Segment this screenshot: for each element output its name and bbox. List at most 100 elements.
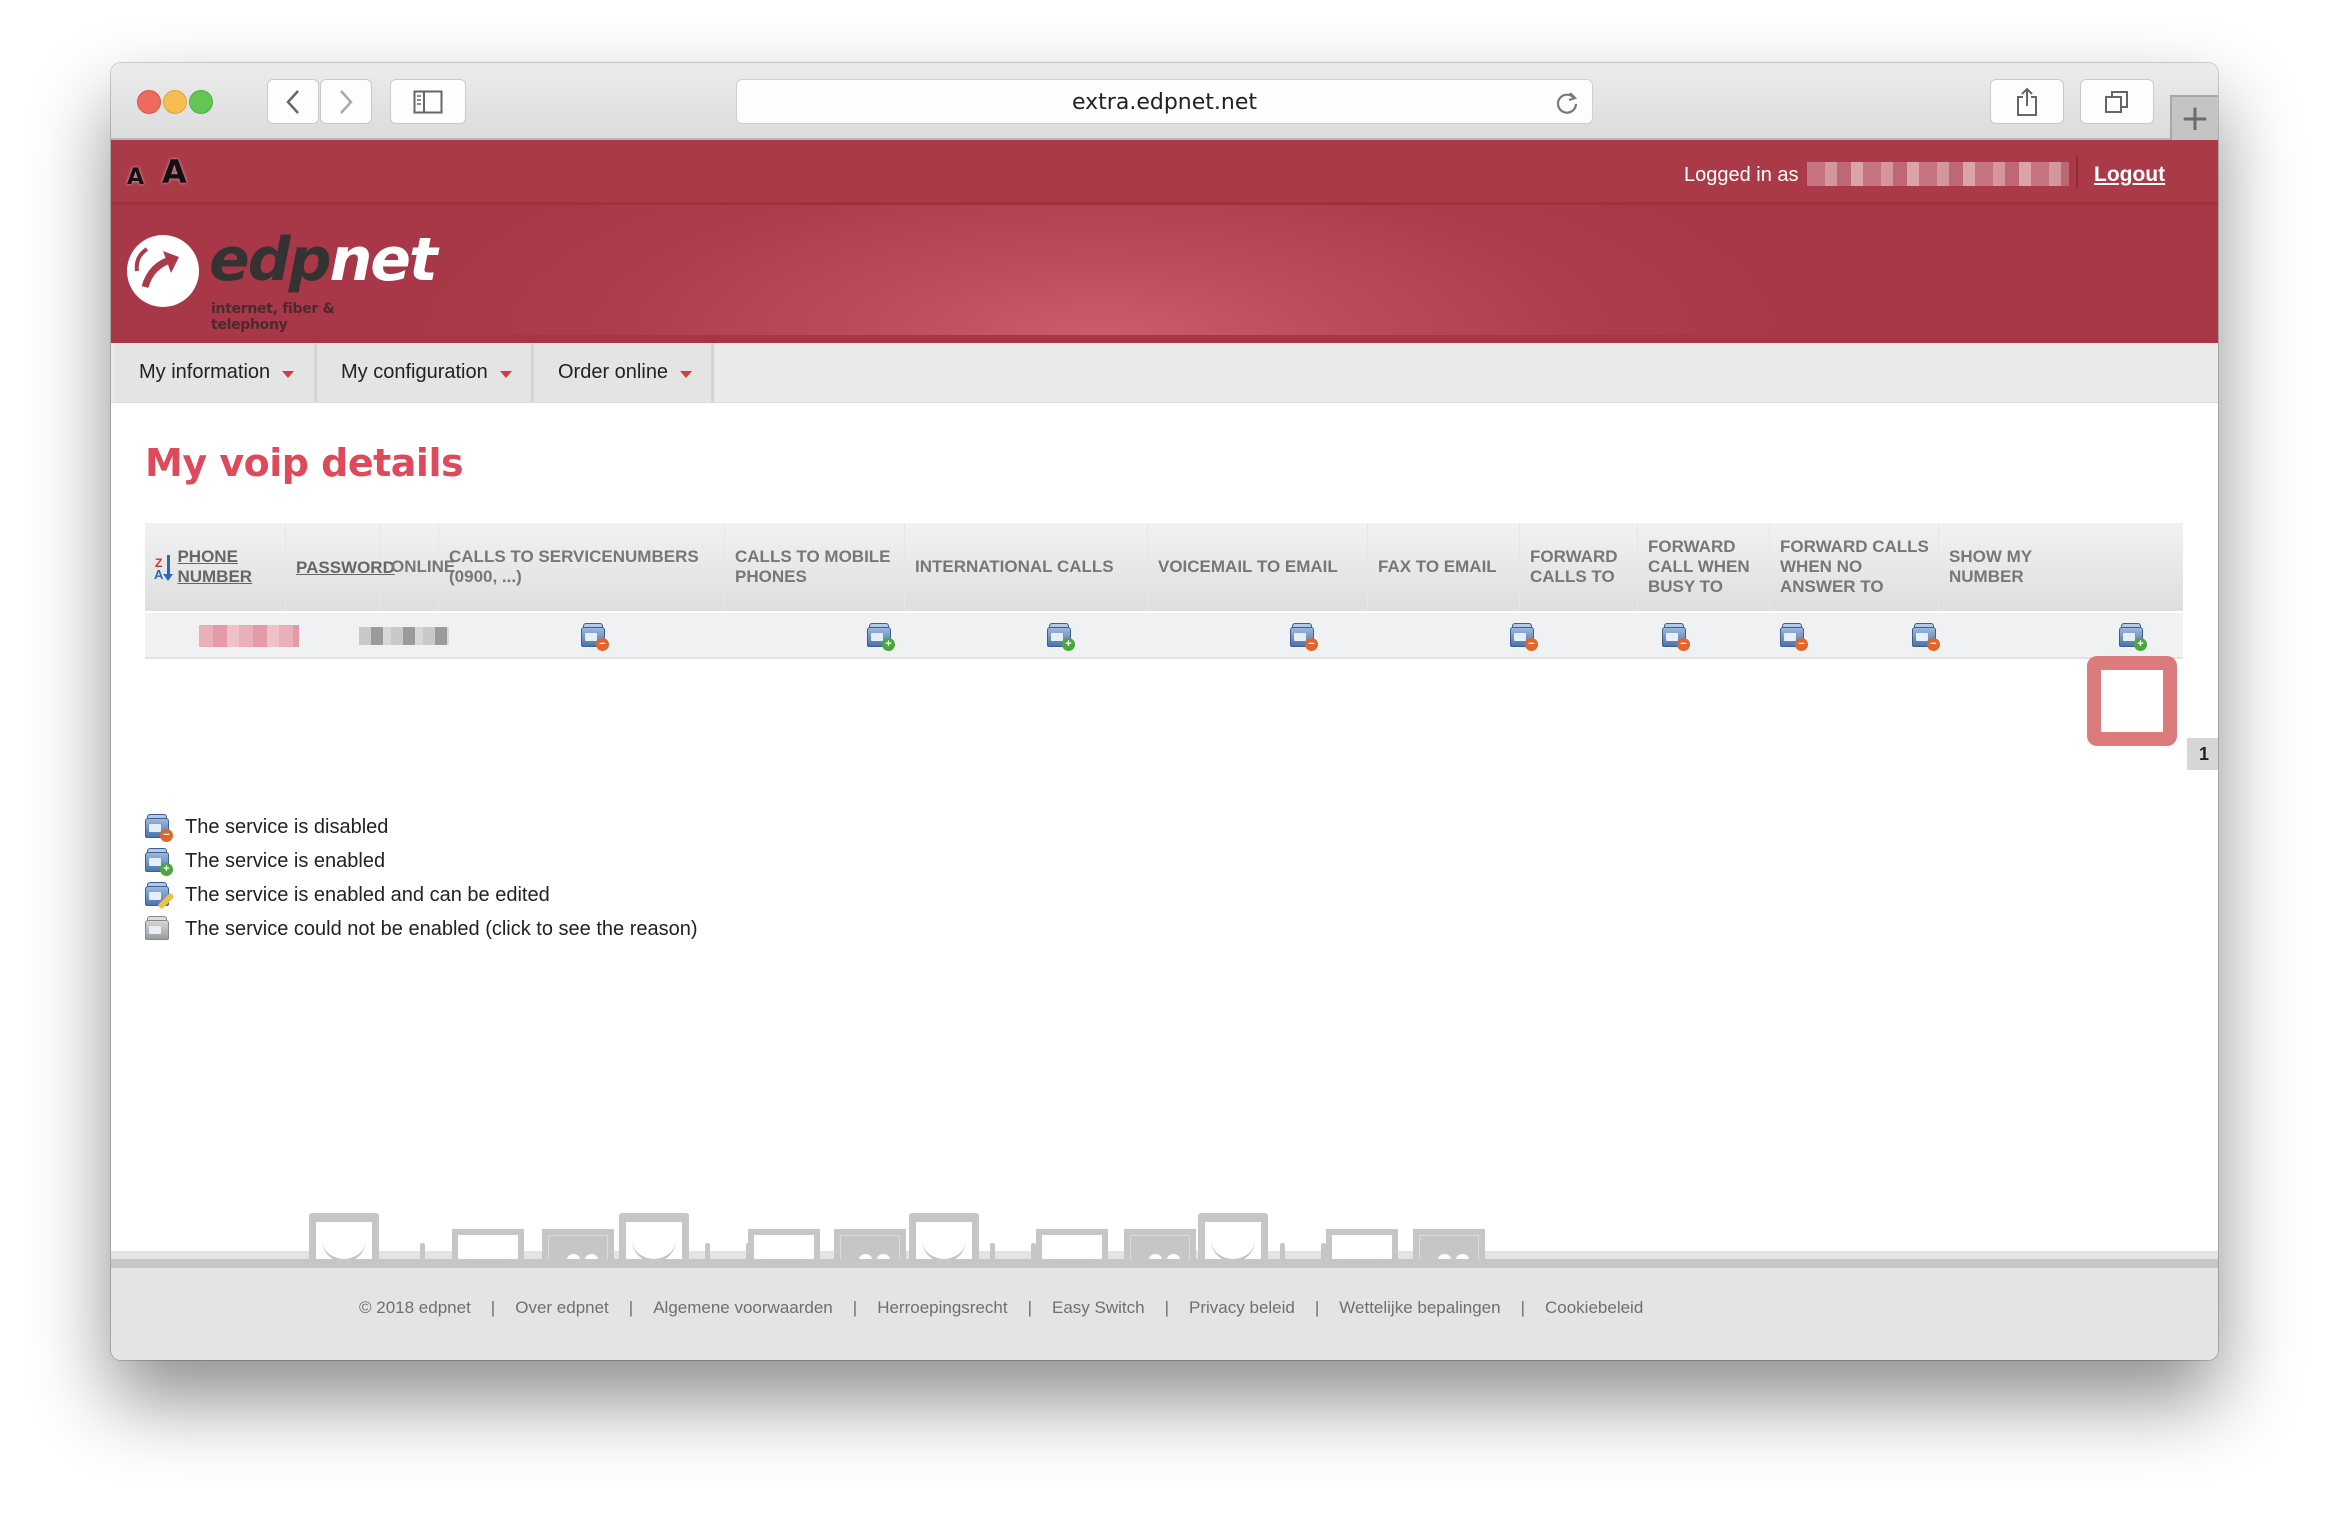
share-button[interactable] [1990,79,2064,124]
nav-label: Order online [558,361,669,383]
phone-number-redacted [199,625,299,647]
nav-order-online[interactable]: Order online [534,343,714,402]
sidebar-icon [413,90,443,113]
forward-button[interactable] [320,79,372,124]
chevron-right-icon [340,89,353,114]
new-tab-button[interactable]: + [2170,95,2218,140]
footer-link-herroepingsrecht[interactable]: Herroepingsrecht [877,1298,1007,1318]
footer-link-over-edpnet[interactable]: Over edpnet [515,1298,609,1318]
logo-wordmark: edpnet [209,225,438,295]
decorative-mascot-strip [111,1143,2218,1319]
sidebar-toggle-button[interactable] [390,79,466,124]
pagination-page-1[interactable]: 1 [2187,738,2218,770]
footer-link-algemene-voorwaarden[interactable]: Algemene voorwaarden [653,1298,833,1318]
column-header-forward-calls-when-no-answer-to: FORWARD CALLS WHEN NO ANSWER TO [1770,523,1939,611]
service-unavailable-icon [145,916,171,942]
minimize-window-button[interactable] [163,90,187,114]
address-bar[interactable]: extra.edpnet.net [736,79,1593,124]
footer-separator: | [1520,1298,1525,1317]
back-button[interactable] [267,79,319,124]
nav-label: My information [139,361,271,383]
column-header-calls-to-mobile-phones: CALLS TO MOBILE PHONES [725,523,905,611]
phone-number-cell[interactable] [199,613,299,659]
service-disabled-icon[interactable]: − [1912,623,1940,651]
service-forward-calls-to[interactable]: − [1662,613,1690,659]
decrease-font-size-button[interactable]: A [127,165,144,190]
logout-link[interactable]: Logout [2094,163,2165,187]
column-header-voicemail-to-email: VOICEMAIL TO EMAIL [1148,523,1368,611]
service-disabled-icon[interactable]: − [581,623,609,651]
table-header: Z A PHONE NUMBER PASSWORD ONLINE CALLS TO … [145,523,2183,611]
nav-my-configuration[interactable]: My configuration [317,343,534,402]
footer-separator: | [490,1298,496,1317]
column-header-international-calls: INTERNATIONAL CALLS [905,523,1148,611]
sort-descending-icon[interactable]: ZA [153,553,173,582]
service-disabled-icon[interactable]: − [1780,623,1808,651]
service-international-calls[interactable]: + [1047,613,1075,659]
footer-link-wettelijke-bepalingen[interactable]: Wettelijke bepalingen [1339,1298,1500,1318]
footer-links: © 2018 edpnet | Over edpnet | Algemene v… [359,1298,1643,1318]
footer-link-cookiebeleid[interactable]: Cookiebeleid [1545,1298,1643,1318]
service-enabled-icon[interactable]: + [2119,623,2147,651]
caret-down-icon [282,370,295,378]
footer-link-privacy-beleid[interactable]: Privacy beleid [1189,1298,1295,1318]
tabs-icon [2105,90,2128,113]
highlight-annotation-box [2087,656,2177,746]
edpnet-logo[interactable]: edpnet internet, fiber & telephony [127,225,438,333]
browser-window: extra.edpnet.net + A A Logged in as Logo… [111,63,2218,1360]
logo-arrow-icon [127,235,199,307]
desktop-background: extra.edpnet.net + A A Logged in as Logo… [0,0,2330,1520]
chevron-left-icon [286,89,299,114]
column-header-fax-to-email: FAX TO EMAIL [1368,523,1520,611]
logged-in-label: Logged in as [1684,164,1799,186]
column-header-password[interactable]: PASSWORD [286,523,395,611]
nav-label: My configuration [341,361,488,383]
divider [2076,156,2078,188]
legend-item: The service could not be enabled (click … [145,914,698,944]
service-disabled-icon: − [145,814,173,842]
service-enabled-icon[interactable]: + [867,623,895,651]
service-forward-calls-when-no-answer-to[interactable]: − [1912,613,1940,659]
service-voicemail-to-email[interactable]: − [1290,613,1318,659]
service-calls-to-servicenumbers[interactable]: − [581,613,609,659]
footer-copyright: © 2018 edpnet [359,1298,471,1317]
footer-separator: | [1027,1298,1033,1317]
service-disabled-icon[interactable]: − [1662,623,1690,651]
column-header-phone-number[interactable]: Z A PHONE NUMBER [145,523,286,611]
password-redacted [359,627,449,645]
caret-down-icon [680,370,693,378]
column-header-forward-calls-to: FORWARD CALLS TO [1520,523,1638,611]
reload-icon[interactable] [1554,90,1580,116]
footer-separator: | [1164,1298,1170,1317]
service-disabled-icon[interactable]: − [1290,623,1318,651]
column-header-forward-call-when-busy-to: FORWARD CALL WHEN BUSY TO [1638,523,1770,611]
legend-item: + The service is enabled [145,846,385,876]
caret-down-icon [499,370,512,378]
footer-separator: | [628,1298,634,1317]
service-calls-to-mobile-phones[interactable]: + [867,613,895,659]
table-row: − + + − − − − − + [145,613,2183,659]
decorative-ground-line [111,1259,2218,1268]
page-title: My voip details [145,441,464,485]
increase-font-size-button[interactable]: A [162,153,187,191]
column-header-show-my-number: SHOW MY NUMBER [1949,547,2032,586]
service-editable-icon [145,882,175,910]
service-show-my-number[interactable]: + [2119,613,2147,659]
service-disabled-icon[interactable]: − [1510,623,1538,651]
nav-my-information[interactable]: My information [115,343,317,402]
zoom-window-button[interactable] [189,90,213,114]
username-redacted [1807,162,2069,186]
service-forward-call-when-busy-to[interactable]: − [1780,613,1808,659]
service-enabled-icon[interactable]: + [1047,623,1075,651]
service-fax-to-email[interactable]: − [1510,613,1538,659]
top-utility-bar: A A Logged in as Logout [111,140,2218,205]
footer: © 2018 edpnet | Over edpnet | Algemene v… [111,1268,2218,1360]
show-tabs-button[interactable] [2080,79,2154,124]
main-navigation: My information My configuration Order on… [111,343,2218,403]
password-cell [359,613,449,659]
footer-separator: | [1314,1298,1320,1317]
url-text[interactable]: extra.edpnet.net [737,80,1592,125]
close-window-button[interactable] [137,90,161,114]
footer-link-easy-switch[interactable]: Easy Switch [1052,1298,1145,1318]
logo-tagline: internet, fiber & telephony [211,301,335,333]
